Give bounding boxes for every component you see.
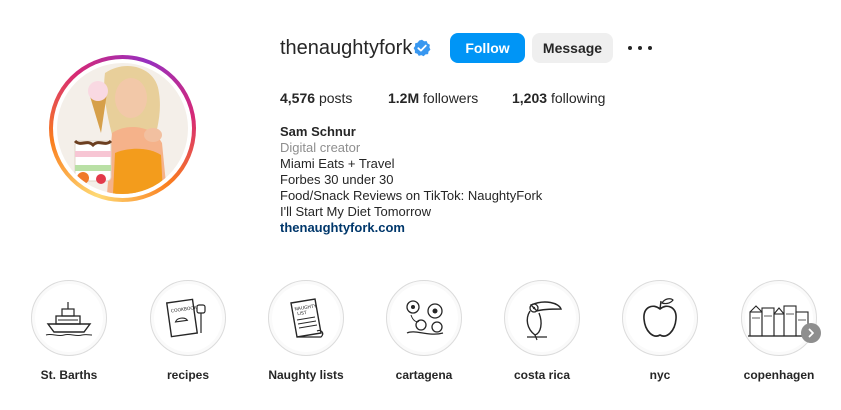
highlight-label: costa rica — [513, 368, 571, 382]
chevron-right-icon[interactable] — [801, 323, 821, 343]
highlight-label: Naughty lists — [268, 368, 344, 382]
highlight-cover — [504, 280, 580, 356]
cookbook-icon: COOKBOOK — [165, 298, 206, 338]
posts-label: posts — [318, 90, 353, 106]
highlight-cover — [386, 280, 462, 356]
apple-icon — [643, 298, 677, 337]
highlight-cover — [31, 280, 107, 356]
highlight-naughty-lists[interactable]: NAUGHTY LIST Naughty lists — [261, 280, 351, 382]
highlight-cover: NAUGHTY LIST — [268, 280, 344, 356]
following-count: 1,203 — [512, 90, 548, 106]
toucan-icon — [526, 301, 562, 341]
avatar-inner-border — [53, 59, 192, 198]
scroll-list-icon: NAUGHTY LIST — [290, 298, 324, 338]
followers-label: followers — [423, 90, 479, 106]
verified-badge-icon — [413, 39, 431, 57]
profile-bio: Sam Schnur Digital creator Miami Eats + … — [280, 124, 542, 236]
message-button[interactable]: Message — [532, 33, 613, 63]
more-dot — [628, 46, 632, 50]
story-highlights: St. Barths COOKBOOK recipes NAUGHTY LIST… — [0, 280, 841, 390]
bio-website-link[interactable]: thenaughtyfork.com — [280, 220, 542, 236]
chevron-right-glyph — [808, 328, 814, 338]
bio-line: I'll Start My Diet Tomorrow — [280, 204, 432, 219]
highlight-cartagena[interactable]: cartagena — [379, 280, 469, 382]
highlight-costa-rica[interactable]: costa rica — [497, 280, 587, 382]
highlight-label: nyc — [649, 368, 671, 382]
highlight-recipes[interactable]: COOKBOOK recipes — [143, 280, 233, 382]
avatar-illustration — [57, 63, 188, 194]
bio-full-name: Sam Schnur — [280, 124, 356, 139]
bio-category: Digital creator — [280, 140, 361, 155]
avatar-photo — [57, 63, 188, 194]
highlight-label: recipes — [166, 368, 210, 382]
more-options-icon[interactable] — [628, 38, 652, 58]
profile-username: thenaughtyfork — [280, 37, 413, 59]
highlight-nyc[interactable]: nyc — [615, 280, 705, 382]
highlight-cover — [622, 280, 698, 356]
more-dot — [648, 46, 652, 50]
following-label: following — [550, 90, 606, 106]
highlight-cover: COOKBOOK — [150, 280, 226, 356]
following-stat[interactable]: 1,203 following — [512, 89, 605, 107]
boat-icon — [45, 302, 93, 337]
bio-line: Forbes 30 under 30 — [280, 172, 394, 187]
highlight-cover — [741, 280, 817, 356]
profile-avatar[interactable] — [49, 55, 196, 202]
follow-button[interactable]: Follow — [450, 33, 525, 63]
bio-line: Food/Snack Reviews on TikTok: NaughtyFor… — [280, 188, 543, 203]
highlight-st-barths[interactable]: St. Barths — [24, 280, 114, 382]
highlight-label: cartagena — [395, 368, 453, 382]
posts-stat: 4,576 posts — [280, 89, 352, 107]
flowers-icon — [406, 300, 444, 335]
highlight-label: St. Barths — [40, 368, 98, 382]
posts-count: 4,576 — [280, 90, 316, 106]
followers-count: 1.2M — [388, 90, 420, 106]
bio-line: Miami Eats + Travel — [280, 156, 395, 171]
highlight-label: copenhagen — [743, 368, 815, 382]
followers-stat[interactable]: 1.2M followers — [388, 89, 478, 107]
more-dot — [638, 46, 642, 50]
